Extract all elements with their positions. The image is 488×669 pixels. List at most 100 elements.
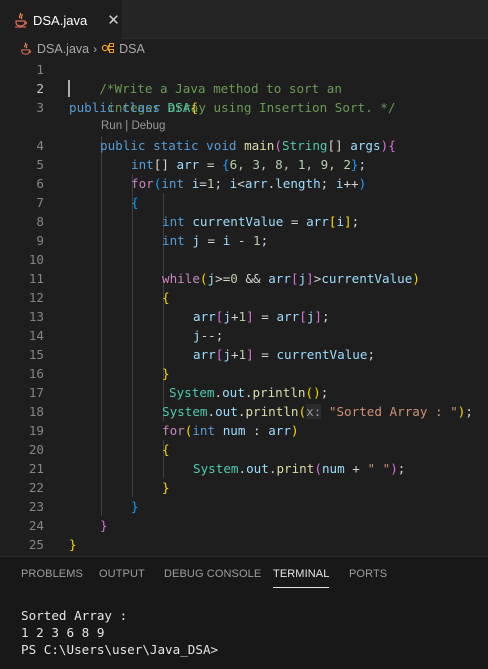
bracket: [ [299, 309, 307, 324]
tab-terminal[interactable]: TERMINAL [273, 557, 330, 591]
punct: ; [358, 157, 367, 172]
java-icon [14, 12, 28, 28]
code-line-4[interactable]: public static void main(String[] args){ [100, 136, 396, 155]
code-line-8[interactable]: int currentValue = arr[i]; [162, 212, 359, 231]
code-line-5[interactable]: int[] arr = {6, 3, 8, 1, 9, 2}; [131, 155, 366, 174]
tab-output[interactable]: OUTPUT [99, 557, 145, 591]
number: 1 [253, 233, 261, 248]
punct: ; [351, 214, 360, 229]
code-line-7[interactable]: { [131, 193, 139, 212]
punct: . [207, 404, 216, 419]
code-line-2[interactable]: integer array using Insertion Sort. */ [77, 79, 395, 115]
code-line-6[interactable]: for(int i=1; i<arr.length; i++) [131, 174, 366, 193]
tab-problems[interactable]: PROBLEMS [21, 557, 83, 591]
code-line-15[interactable]: arr[j+1] = currentValue; [193, 345, 375, 364]
function-name: println [245, 404, 299, 419]
paren: ( [274, 138, 282, 153]
line-number: 16 [28, 366, 44, 381]
punct: = [199, 176, 207, 191]
variable: arr [193, 309, 216, 324]
code-line-21[interactable]: System.out.print(num + " "); [193, 459, 405, 478]
tab-debug-console[interactable]: DEBUG CONSOLE [164, 557, 261, 591]
paren: ( [314, 461, 322, 476]
terminal-line: Sorted Array : [21, 608, 128, 623]
punct: >= [215, 271, 231, 286]
code-line-3[interactable]: public class DSA{ [69, 98, 198, 117]
variable: arr [276, 309, 300, 324]
code-editor[interactable]: 1 2 3 4 5 6 7 8 9 10 11 12 13 14 15 16 1… [0, 60, 488, 555]
brace: } [350, 157, 359, 172]
code-line-19[interactable]: for(int num : arr) [162, 421, 299, 440]
brace: } [162, 480, 170, 495]
bottom-panel: PROBLEMS OUTPUT DEBUG CONSOLE TERMINAL P… [0, 556, 488, 669]
editor-tab-bar: DSA.java ✕ [0, 0, 488, 39]
code-line-16[interactable]: } [162, 364, 170, 383]
class-name: DSA [167, 100, 191, 115]
code-line-22[interactable]: } [162, 478, 170, 497]
brace: { [131, 195, 139, 210]
punct: ; [322, 309, 330, 324]
tab-ports[interactable]: PORTS [349, 557, 387, 591]
code-line-9[interactable]: int j = i - 1; [162, 231, 268, 250]
type: String [282, 138, 328, 153]
code-line-14[interactable]: j--; [193, 326, 223, 345]
brace: { [162, 442, 170, 457]
code-line-11[interactable]: while(j>=0 && arr[j]>currentValue) [162, 269, 420, 288]
punct: ; [397, 461, 406, 476]
code-line-17[interactable]: System.out.println(); [169, 383, 328, 402]
variable: j [223, 347, 231, 362]
paren: ) [390, 461, 398, 476]
indent-guide [101, 136, 102, 516]
variable: currentValue [276, 347, 368, 362]
code-line-24[interactable]: } [100, 516, 108, 535]
brace: } [162, 366, 170, 381]
codelens-run-debug[interactable]: Run | Debug [101, 117, 165, 136]
class-name: System [162, 404, 208, 419]
line-number: 4 [36, 138, 44, 153]
code-line-13[interactable]: arr[j+1] = arr[j]; [193, 307, 330, 326]
function-name: println [252, 385, 306, 400]
code-line-12[interactable]: { [162, 288, 170, 307]
punct: ; [260, 233, 269, 248]
line-number: 1 [36, 62, 44, 77]
punct: . [214, 385, 223, 400]
line-number: 7 [36, 195, 44, 210]
bracket: ] [344, 214, 352, 229]
breadcrumb-file[interactable]: DSA.java [37, 42, 89, 56]
line-number-active: 2 [36, 81, 44, 96]
keyword: int [162, 214, 193, 229]
code-line-23[interactable]: } [131, 497, 139, 516]
function-name: print [276, 461, 315, 476]
keyword: int [192, 423, 223, 438]
numbers: 6, 3, 8, 1, 9, 2 [229, 157, 351, 172]
punct: ; [320, 176, 336, 191]
variable: j [193, 328, 201, 343]
punct: = [253, 347, 277, 362]
punct: [] [153, 157, 177, 172]
line-number: 5 [36, 157, 44, 172]
punct: ; [465, 404, 473, 419]
code-line-18[interactable]: System.out.println(x: "Sorted Array : ")… [162, 402, 473, 421]
breadcrumb-symbol[interactable]: DSA [119, 42, 145, 56]
code-line-25[interactable]: } [69, 535, 77, 554]
punct: = [253, 309, 277, 324]
function-name: main [244, 138, 275, 153]
tab-dsa-java[interactable]: DSA.java ✕ [0, 0, 122, 39]
variable: num [321, 461, 345, 476]
punct: ++ [343, 176, 359, 191]
line-number: 21 [28, 461, 44, 476]
terminal-output[interactable]: Sorted Array : 1 2 3 6 8 9 PS C:\Users\u… [21, 607, 218, 658]
paren: () [305, 385, 321, 400]
bracket: [ [290, 271, 299, 286]
variable: arr [176, 157, 200, 172]
line-number: 11 [28, 271, 44, 286]
code-line-20[interactable]: { [162, 440, 170, 459]
close-icon[interactable]: ✕ [107, 11, 120, 29]
keyword: int [161, 176, 192, 191]
string: " " [367, 461, 391, 476]
code-line-1[interactable]: /*Write a Java method to sort an [69, 60, 342, 96]
punct: + [230, 347, 239, 362]
paren: ( [199, 271, 208, 286]
variable: arr [268, 271, 291, 286]
brace: } [100, 518, 108, 533]
